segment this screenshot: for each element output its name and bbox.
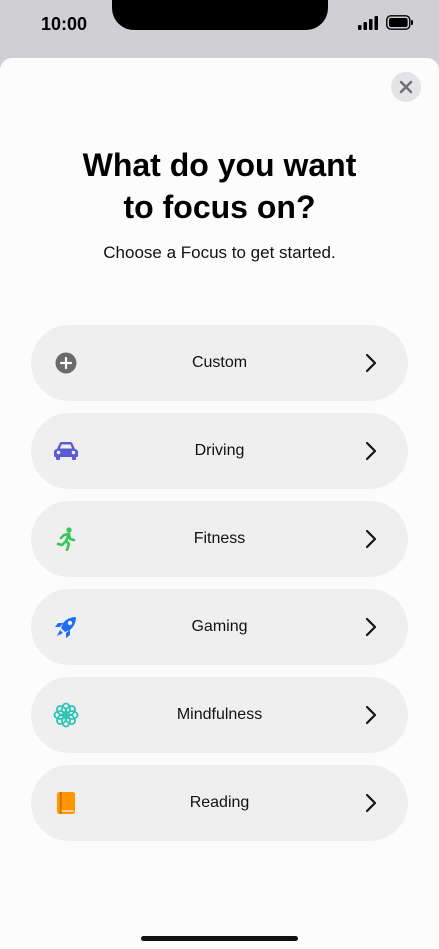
title-line-2: to focus on? [123,189,316,225]
option-label: Reading [189,794,250,811]
page-subtitle: Choose a Focus to get started. [103,243,336,262]
option-label: Fitness [193,530,246,547]
option-reading[interactable]: Reading [31,765,408,841]
option-label: Custom [191,354,248,371]
close-icon [399,80,413,94]
focus-options-list: Custom Driving Fitness Gaming Mindfulnes… [31,325,408,853]
close-button[interactable] [391,72,421,102]
home-indicator[interactable] [141,936,298,941]
option-mindfulness[interactable]: Mindfulness [31,677,408,753]
cellular-signal-icon [358,16,378,30]
battery-icon [386,15,413,30]
option-label: Mindfulness [176,706,263,723]
chevron-right-icon [365,793,377,813]
option-fitness[interactable]: Fitness [31,501,408,577]
title-line-1: What do you want [82,147,357,183]
chevron-right-icon [365,617,377,637]
status-time: 10:00 [41,14,88,34]
option-driving[interactable]: Driving [31,413,408,489]
option-label: Gaming [191,618,248,635]
notch [112,0,328,30]
chevron-right-icon [365,353,377,373]
chevron-right-icon [365,705,377,725]
page-title: What do you want to focus on? [0,144,439,228]
chevron-right-icon [365,441,377,461]
chevron-right-icon [365,529,377,549]
option-gaming[interactable]: Gaming [31,589,408,665]
option-custom[interactable]: Custom [31,325,408,401]
option-label: Driving [194,442,245,459]
